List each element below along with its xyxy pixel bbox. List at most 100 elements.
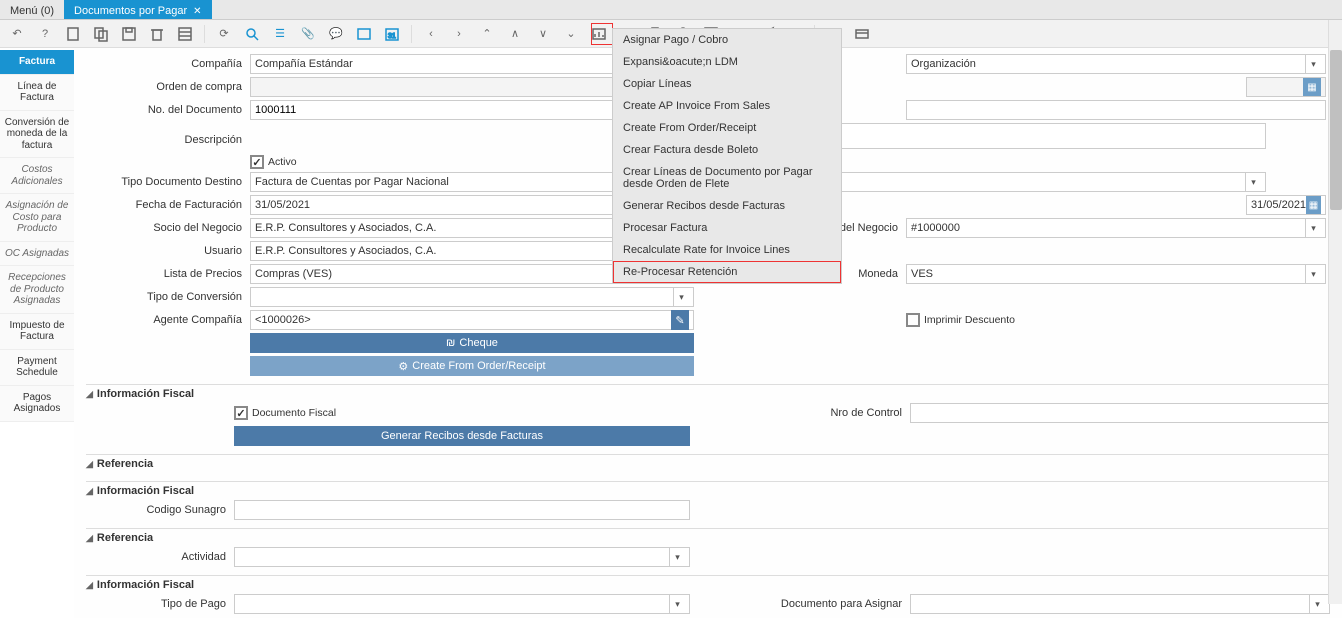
grid-icon[interactable]: [176, 25, 194, 43]
usuario-label[interactable]: Usuario: [90, 245, 250, 257]
codsun-label: Codigo Sunagro: [86, 504, 234, 516]
cheque-button[interactable]: ₪Cheque: [250, 333, 694, 353]
menu-recalculate[interactable]: Recalculate Rate for Invoice Lines: [613, 239, 841, 261]
down-icon[interactable]: ∨: [534, 25, 552, 43]
dir-field[interactable]: #1000000▾: [906, 218, 1326, 238]
sidetab-impuesto[interactable]: Impuesto de Factura: [0, 314, 74, 350]
docfiscal-checkbox[interactable]: Documento Fiscal: [234, 406, 336, 420]
scrollbar[interactable]: [1328, 20, 1342, 604]
close-icon[interactable]: ✕: [193, 6, 201, 17]
prev-icon[interactable]: ‹: [422, 25, 440, 43]
chevron-down-icon[interactable]: ▾: [669, 548, 685, 566]
tipopago-label[interactable]: Tipo de Pago: [86, 598, 234, 610]
fecha2-field[interactable]: 31/05/2021▦: [1246, 195, 1326, 215]
sidetab-pagos[interactable]: Pagos Asignados: [0, 386, 74, 422]
calendar-icon: ▦: [1303, 78, 1321, 96]
menu-create-ap[interactable]: Create AP Invoice From Sales: [613, 95, 841, 117]
actividad-field[interactable]: ▾: [234, 547, 690, 567]
lista-label[interactable]: Lista de Precios: [90, 268, 250, 280]
new-icon[interactable]: [64, 25, 82, 43]
calendar-icon[interactable]: ▦: [1306, 196, 1321, 214]
copy-icon[interactable]: [92, 25, 110, 43]
sidetab-asignacion[interactable]: Asignación de Costo para Producto: [0, 194, 74, 242]
sidetab-conversion[interactable]: Conversión de moneda de la factura: [0, 111, 74, 159]
menu-expansion-ldm[interactable]: Expansi&oacute;n LDM: [613, 51, 841, 73]
menu-asignar-pago[interactable]: Asignar Pago / Cobro: [613, 29, 841, 51]
menu-create-from-order[interactable]: Create From Order/Receipt: [613, 117, 841, 139]
tipoconv-label[interactable]: Tipo de Conversión: [90, 291, 250, 303]
tipopago-field[interactable]: ▾: [234, 594, 690, 614]
section-info-fiscal-2[interactable]: ◢Información Fiscal: [86, 481, 1330, 500]
blank-field[interactable]: [906, 100, 1326, 120]
menu-reprocesar-retencion[interactable]: Re-Procesar Retención: [613, 261, 841, 283]
tab-documentos[interactable]: Documentos por Pagar✕: [64, 0, 212, 19]
sidetab-recepciones[interactable]: Recepciones de Producto Asignadas: [0, 266, 74, 314]
agente-label[interactable]: Agente Compañía: [90, 314, 250, 326]
tab-menu[interactable]: Menú (0): [0, 0, 64, 19]
nro-field[interactable]: [910, 403, 1330, 423]
section-referencia[interactable]: ◢Referencia: [86, 454, 1330, 473]
activo-checkbox[interactable]: Activo: [250, 155, 297, 169]
nro-label: Nro de Control: [690, 407, 910, 419]
check-icon: [250, 155, 264, 169]
menu-crear-lineas-flete[interactable]: Crear Líneas de Documento por Pagar desd…: [613, 161, 841, 195]
undo-icon[interactable]: ↶: [8, 25, 26, 43]
orden-label[interactable]: Orden de compra: [90, 81, 250, 93]
docasig-label[interactable]: Documento para Asignar: [690, 598, 910, 610]
save-icon[interactable]: [120, 25, 138, 43]
chevron-down-icon[interactable]: ▾: [1305, 265, 1321, 283]
section-info-fiscal-3[interactable]: ◢Información Fiscal: [86, 575, 1330, 594]
sidetab-oc[interactable]: OC Asignadas: [0, 242, 74, 267]
section-referencia-2[interactable]: ◢Referencia: [86, 528, 1330, 547]
help-icon[interactable]: ?: [36, 25, 54, 43]
refresh-icon[interactable]: ⟳: [215, 25, 233, 43]
calendar-icon[interactable]: 31: [383, 25, 401, 43]
menu-procesar-factura[interactable]: Procesar Factura: [613, 217, 841, 239]
report-icon[interactable]: [590, 25, 608, 43]
create-from-button[interactable]: ⚙Create From Order/Receipt: [250, 356, 694, 376]
menu-crear-boleto[interactable]: Crear Factura desde Boleto: [613, 139, 841, 161]
up-icon[interactable]: ∧: [506, 25, 524, 43]
actividad-label[interactable]: Actividad: [86, 551, 234, 563]
sidetab-factura[interactable]: Factura: [0, 50, 74, 75]
last-icon[interactable]: ⌄: [562, 25, 580, 43]
chevron-down-icon[interactable]: ▾: [1305, 219, 1321, 237]
first-icon[interactable]: ⌃: [478, 25, 496, 43]
sidetab-linea[interactable]: Línea de Factura: [0, 75, 74, 111]
chevron-down-icon[interactable]: ▾: [669, 595, 685, 613]
socio-label[interactable]: Socio del Negocio: [90, 222, 250, 234]
compania-label[interactable]: Compañía: [90, 58, 250, 70]
scrollbar-thumb[interactable]: [1330, 50, 1342, 210]
chat-icon[interactable]: 💬: [327, 25, 345, 43]
next-icon[interactable]: ›: [450, 25, 468, 43]
tipodoc-label[interactable]: Tipo Documento Destino: [90, 176, 250, 188]
triangle-icon: ◢: [86, 533, 93, 544]
agente-field[interactable]: <1000026>✎: [250, 310, 694, 330]
fecha-ro-field: ▦: [1246, 77, 1326, 97]
moneda-field[interactable]: VES▾: [906, 264, 1326, 284]
menu-generar-recibos[interactable]: Generar Recibos desde Facturas: [613, 195, 841, 217]
tipoconv-field[interactable]: ▾: [250, 287, 694, 307]
view-icon[interactable]: [355, 25, 373, 43]
menu-copiar-lineas[interactable]: Copiar Líneas: [613, 73, 841, 95]
delete-icon[interactable]: [148, 25, 166, 43]
attach-icon[interactable]: 📎: [299, 25, 317, 43]
imprimir-checkbox[interactable]: Imprimir Descuento: [906, 313, 1326, 327]
list-icon[interactable]: ☰: [271, 25, 289, 43]
card-icon[interactable]: [853, 25, 871, 43]
search-icon[interactable]: [243, 25, 261, 43]
docasig-field[interactable]: ▾: [910, 594, 1330, 614]
chevron-down-icon[interactable]: ▾: [1245, 173, 1261, 191]
sidetab-payment[interactable]: Payment Schedule: [0, 350, 74, 386]
edit-icon[interactable]: ✎: [671, 310, 689, 330]
chevron-down-icon[interactable]: ▾: [1309, 595, 1325, 613]
check-icon: [234, 406, 248, 420]
section-info-fiscal[interactable]: ◢Información Fiscal: [86, 384, 1330, 403]
chevron-down-icon[interactable]: ▾: [673, 288, 689, 306]
process-dropdown: Asignar Pago / Cobro Expansi&oacute;n LD…: [612, 28, 842, 284]
organizacion-field[interactable]: Organización▾: [906, 54, 1326, 74]
codsun-field[interactable]: [234, 500, 690, 520]
sidetab-costos[interactable]: Costos Adicionales: [0, 158, 74, 194]
chevron-down-icon[interactable]: ▾: [1305, 55, 1321, 73]
generar-button[interactable]: Generar Recibos desde Facturas: [234, 426, 690, 446]
